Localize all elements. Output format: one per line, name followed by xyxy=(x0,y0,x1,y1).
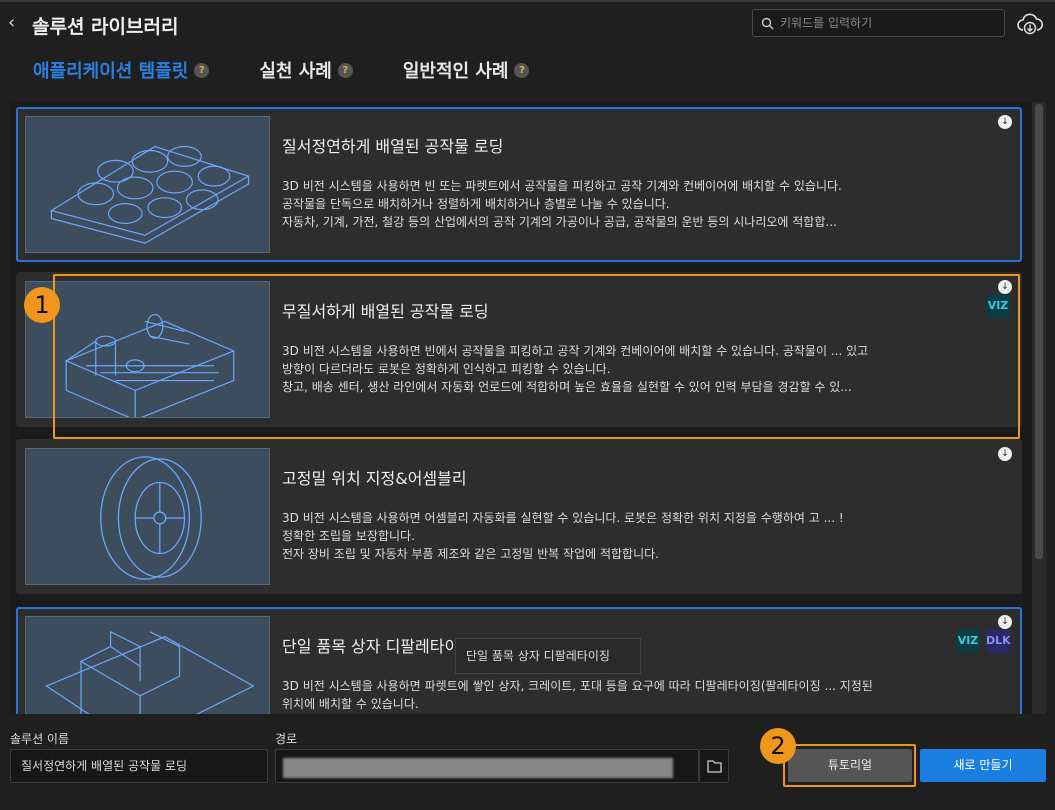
step-marker: 2 xyxy=(760,728,796,764)
bin-workpieces-illustration xyxy=(64,313,236,421)
viz-badge-icon: VIZ xyxy=(986,294,1010,318)
cloud-download-icon[interactable] xyxy=(1016,11,1044,37)
card-title: 질서정연하게 배열된 공작물 로딩 xyxy=(282,137,504,156)
cloud-download-icon[interactable]: ↓ xyxy=(998,115,1012,129)
tutorial-button[interactable]: 튜토리얼 xyxy=(788,749,912,782)
template-card[interactable]: ↓ 무질서하게 배열된 공작물 로딩 VIZ 3D 비전 시스템을 사용하면 빈… xyxy=(16,272,1022,427)
thumbnail-image xyxy=(25,281,270,421)
tire-illustration xyxy=(100,456,202,580)
cloud-download-icon[interactable]: ↓ xyxy=(998,280,1012,294)
thumbnail-image xyxy=(25,116,270,253)
folder-button[interactable] xyxy=(699,749,729,783)
help-icon[interactable]: ? xyxy=(514,62,530,78)
card-title: 고정밀 위치 지정&어셈블리 xyxy=(282,469,467,488)
card-description: 3D 비전 시스템을 사용하면 빈에서 공작물을 피킹하고 공작 기계와 컨베이… xyxy=(282,344,869,394)
create-new-button[interactable]: 새로 만들기 xyxy=(920,749,1046,782)
tab-bar: 애플리케이션 템플릿? 실천 사례? 일반적인 사례? xyxy=(33,57,579,83)
chevron-left-icon[interactable]: ‹ xyxy=(8,12,15,33)
thumbnail-image xyxy=(25,448,270,585)
scrollbar-thumb[interactable] xyxy=(1035,104,1043,559)
viz-badge-icon: VIZ xyxy=(956,629,980,653)
search-icon xyxy=(761,17,774,29)
thumbnail-image xyxy=(25,616,270,714)
step-marker: 1 xyxy=(24,287,60,323)
help-icon[interactable]: ? xyxy=(337,62,353,78)
tab-label: 실천 사례 xyxy=(259,61,332,82)
card-description: 3D 비전 시스템을 사용하면 파렛트에 쌓인 상자, 크레이트, 포대 등을 … xyxy=(282,679,873,711)
tooltip: 단일 품목 상자 디팔레타이징 xyxy=(455,638,641,674)
tab-label: 애플리케이션 템플릿 xyxy=(33,61,189,82)
dlk-badge-icon: DLK xyxy=(986,629,1011,653)
folder-icon xyxy=(707,760,722,773)
tab-practice-cases[interactable]: 실천 사례? xyxy=(259,57,353,83)
template-card[interactable]: ↓ 질서정연하게 배열된 공작물 로딩 3D 비전 시스템을 사용하면 빈 또는… xyxy=(16,107,1022,262)
template-list: ↓ 질서정연하게 배열된 공작물 로딩 3D 비전 시스템을 사용하면 빈 또는… xyxy=(10,102,1045,714)
search-input[interactable] xyxy=(780,16,1000,30)
card-title: 단일 품목 상자 디팔레타이징 xyxy=(282,637,474,656)
path-label: 경로 xyxy=(275,732,298,746)
search-box[interactable] xyxy=(752,9,1005,37)
solution-name-label: 솔루션 이름 xyxy=(10,732,70,746)
card-description: 3D 비전 시스템을 사용하면 빈 또는 파렛트에서 공작물을 피킹하고 공작 … xyxy=(282,179,842,229)
template-card[interactable]: ↓ 고정밀 위치 지정&어셈블리 3D 비전 시스템을 사용하면 어셈블리 자동… xyxy=(16,439,1022,594)
cloud-download-icon[interactable]: ↓ xyxy=(998,447,1012,461)
scrollbar[interactable] xyxy=(1032,102,1046,714)
card-title: 무질서하게 배열된 공작물 로딩 xyxy=(282,302,489,321)
page-title: 솔루션 라이브러리 xyxy=(32,16,179,38)
path-value-blurred xyxy=(283,758,673,778)
solution-name-input[interactable]: 질서정연하게 배열된 공작물 로딩 xyxy=(10,749,268,783)
tab-general-cases[interactable]: 일반적인 사례? xyxy=(403,57,530,83)
card-description: 3D 비전 시스템을 사용하면 어셈블리 자동화를 실현할 수 있습니다. 로봇… xyxy=(282,511,844,561)
workpieces-illustration xyxy=(49,145,250,244)
header: ‹ 솔루션 라이브러리 xyxy=(0,2,1055,47)
boxes-illustration xyxy=(45,630,255,714)
tab-application-templates[interactable]: 애플리케이션 템플릿? xyxy=(33,57,210,83)
help-icon[interactable]: ? xyxy=(194,62,210,78)
cloud-download-icon[interactable]: ↓ xyxy=(998,615,1012,629)
tab-label: 일반적인 사례 xyxy=(402,61,509,82)
